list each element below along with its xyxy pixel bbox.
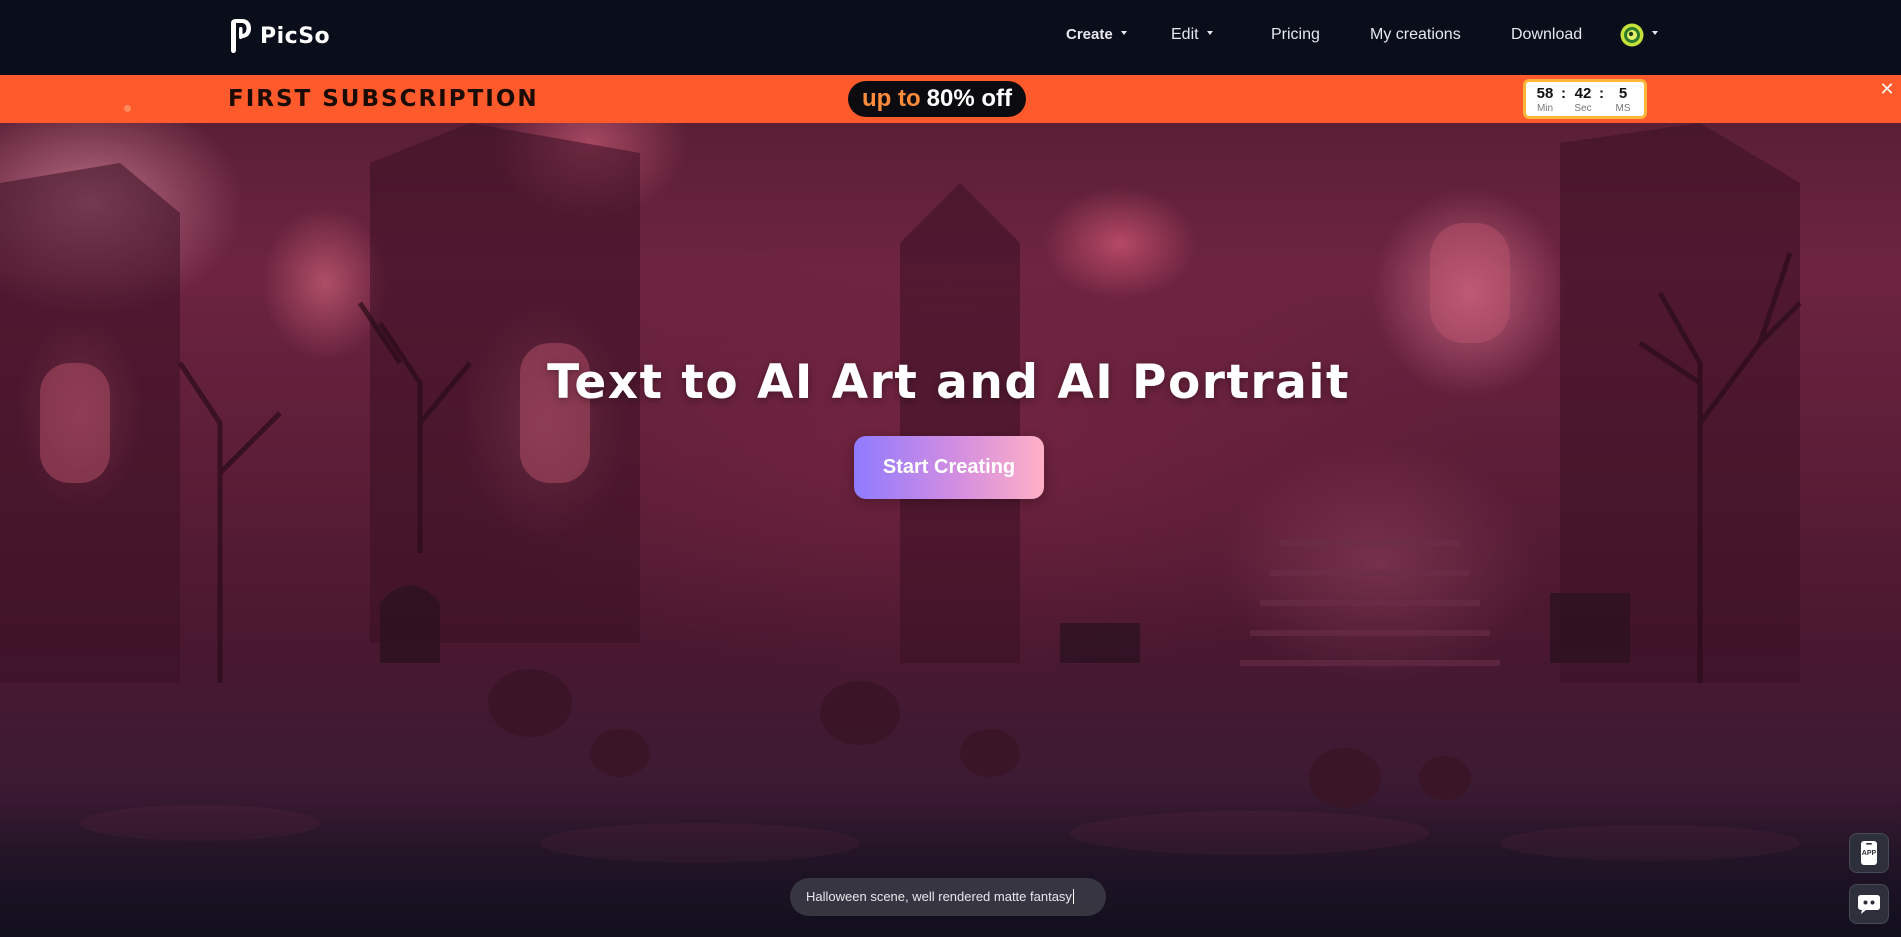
chevron-down-icon [1652, 31, 1658, 35]
nav-create-label: Create [1066, 26, 1113, 43]
app-label: APP [1861, 850, 1877, 857]
discount-value: 80% off [926, 85, 1012, 112]
chevron-down-icon [1120, 31, 1127, 35]
hero-bottom-fade [0, 797, 1901, 937]
countdown-seconds: 42 [1574, 85, 1592, 102]
nav-pricing-label: Pricing [1271, 26, 1320, 43]
chevron-down-icon [1206, 31, 1213, 35]
user-avatar-icon [1620, 23, 1644, 47]
app-download-button[interactable]: APP [1849, 833, 1889, 873]
countdown-timer: 58 : 42 : 5 Min Sec MS [1523, 79, 1647, 119]
nav-download-label: Download [1511, 26, 1583, 43]
nav-my-creations[interactable]: My creations [1370, 24, 1461, 46]
nav-edit-label: Edit [1171, 26, 1199, 43]
chat-bot-icon [1858, 895, 1880, 914]
countdown-sec-label: Sec [1574, 103, 1592, 114]
nav-my-creations-label: My creations [1370, 26, 1461, 43]
promo-banner[interactable]: FIRST SUBSCRIPTION up to 80% off 58 : 42… [0, 75, 1901, 123]
start-creating-button[interactable]: Start Creating [854, 436, 1044, 499]
nav-pricing[interactable]: Pricing [1271, 24, 1320, 46]
promo-decor-dot [124, 105, 131, 112]
countdown-minutes: 58 [1536, 85, 1554, 102]
promo-title: FIRST SUBSCRIPTION [228, 86, 539, 112]
hero-section: Text to AI Art and AI Portrait Start Cre… [0, 123, 1901, 937]
countdown-separator: : [1561, 85, 1566, 102]
countdown-ms: 5 [1618, 85, 1628, 102]
main-nav: Create Edit Pricing My creations Downloa… [0, 0, 1901, 70]
site-header: PicSo Create Edit Pricing My creations D… [0, 0, 1901, 75]
countdown-min-label: Min [1536, 103, 1554, 114]
prompt-preview[interactable]: Halloween scene, well rendered matte fan… [790, 878, 1106, 916]
hero-title: Text to AI Art and AI Portrait [547, 355, 1350, 410]
chat-bot-button[interactable] [1849, 884, 1889, 924]
countdown-ms-label: MS [1615, 103, 1631, 114]
discount-pill[interactable]: up to 80% off [848, 81, 1026, 117]
nav-download[interactable]: Download [1511, 24, 1582, 46]
close-icon[interactable]: ✕ [1877, 79, 1897, 99]
text-cursor [1072, 889, 1074, 904]
prompt-text: Halloween scene, well rendered matte fan… [806, 889, 1072, 904]
discount-prefix: up to [862, 85, 921, 112]
nav-create[interactable]: Create [1066, 24, 1127, 46]
nav-edit[interactable]: Edit [1171, 24, 1213, 46]
user-menu[interactable] [1620, 23, 1658, 47]
countdown-separator: : [1599, 85, 1604, 102]
